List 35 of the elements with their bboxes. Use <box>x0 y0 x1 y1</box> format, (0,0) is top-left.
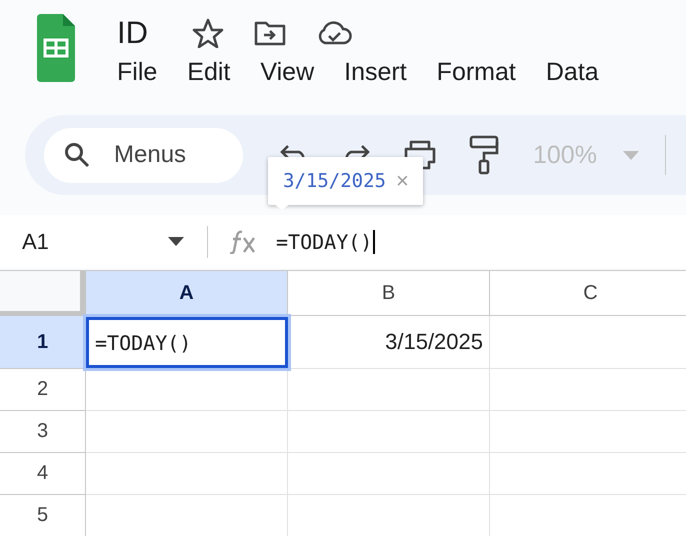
table-cell[interactable] <box>86 411 288 453</box>
formula-input[interactable]: =TODAY() <box>276 230 376 254</box>
spreadsheet-logo-icon[interactable] <box>37 14 75 84</box>
row-header[interactable]: 3 <box>0 411 86 453</box>
menu-item[interactable]: Format <box>436 58 516 87</box>
search-icon <box>64 142 90 168</box>
cloud-check-icon[interactable] <box>316 21 352 45</box>
menu-item[interactable]: Edit <box>187 58 230 87</box>
select-all-corner[interactable] <box>0 271 86 316</box>
menu-item[interactable]: Data <box>546 58 599 87</box>
selected-cell[interactable]: =TODAY() <box>86 317 288 368</box>
row-header[interactable]: 2 <box>0 369 86 411</box>
column-header[interactable]: A <box>86 271 288 316</box>
function-icon <box>230 230 258 254</box>
table-cell[interactable] <box>288 453 490 495</box>
document-title[interactable]: ID <box>117 15 148 51</box>
folder-arrow-icon[interactable] <box>254 20 286 46</box>
caret-icon <box>622 150 639 160</box>
menu-item[interactable]: View <box>260 58 314 87</box>
tooltip-text: 3/15/2025 <box>283 170 386 192</box>
menu-item[interactable]: File <box>117 58 158 87</box>
row-header[interactable]: 4 <box>0 453 86 495</box>
table-cell[interactable] <box>86 453 288 495</box>
search-field[interactable]: Menus <box>44 128 243 182</box>
caret-icon <box>168 237 184 246</box>
star-icon[interactable] <box>192 18 224 48</box>
paint-roller-icon[interactable] <box>469 135 499 175</box>
table-cell[interactable]: 3/15/2025 <box>288 316 490 369</box>
table-cell[interactable] <box>86 369 288 411</box>
table-cell[interactable] <box>288 369 490 411</box>
table-cell[interactable] <box>288 411 490 453</box>
name-box[interactable]: A1 <box>22 228 184 254</box>
column-header[interactable]: B <box>288 271 490 316</box>
menu-item[interactable]: Insert <box>344 58 407 87</box>
row-header[interactable]: 1 <box>0 316 86 369</box>
